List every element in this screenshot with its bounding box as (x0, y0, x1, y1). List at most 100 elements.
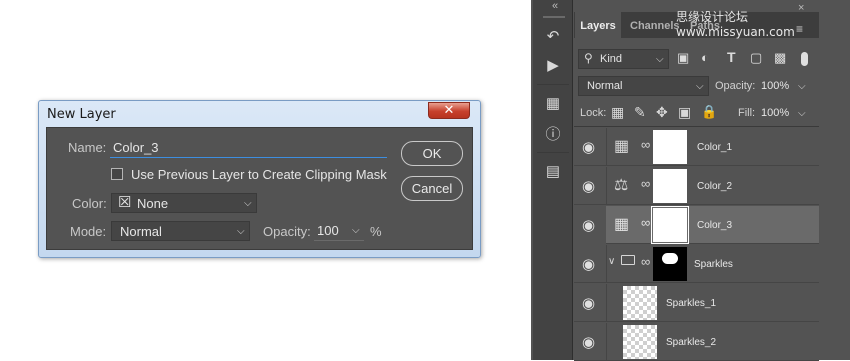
visibility-eye-icon[interactable]: ◉ (582, 255, 595, 273)
layer-mask-thumbnail[interactable] (651, 206, 689, 244)
cloud-mask-shape (662, 253, 678, 264)
watermark: 思缘设计论坛 www.missyuan.com (676, 10, 795, 39)
lock-position-icon[interactable]: ✥ (656, 104, 668, 121)
panel-icon-strip (533, 0, 573, 360)
chevron-down-icon: ⌵ (237, 226, 245, 237)
opacity-label: Opacity: (263, 224, 311, 239)
layer-mask-thumbnail[interactable] (653, 247, 687, 281)
divider (574, 126, 819, 127)
fill-value[interactable]: 100% (761, 107, 789, 119)
balance-adjustment-icon: ⚖ (614, 177, 629, 194)
layer-name: Sparkles_2 (666, 337, 717, 348)
fill-adjustment-icon: ▦ (614, 216, 630, 233)
adjustment-filter-icon[interactable]: ◐ (701, 50, 709, 65)
visibility-eye-icon[interactable]: ◉ (582, 333, 595, 351)
visibility-eye-icon[interactable]: ◉ (582, 294, 595, 312)
tab-channels[interactable]: Channels (630, 20, 680, 32)
shape-filter-icon[interactable]: ▢ (750, 50, 762, 66)
tab-layers[interactable]: Layers (575, 12, 621, 40)
opacity-value[interactable]: 100% (761, 80, 789, 92)
divider (606, 167, 607, 205)
layer-name: Color_2 (697, 181, 733, 192)
percent-label: % (370, 224, 382, 239)
dialog-close-button[interactable]: ✕ (428, 102, 470, 119)
lock-artboard-icon[interactable]: ▣ (678, 104, 691, 121)
filter-toggle-icon[interactable] (801, 52, 808, 66)
filter-kind-dropdown[interactable]: ⚲ Kind ⌵ (578, 49, 669, 69)
info-icon[interactable]: ⓘ (538, 123, 568, 144)
type-filter-icon[interactable]: T (727, 49, 736, 65)
mode-label: Mode: (70, 224, 107, 239)
lock-transparent-icon[interactable]: ▦ (611, 104, 624, 121)
link-icon[interactable]: ∞ (641, 137, 650, 152)
layer-row-selected[interactable]: ◉ ▦ ∞ Color_3 (574, 206, 819, 244)
color-dropdown[interactable]: ☒ None ⌵ (111, 193, 257, 213)
history-icon[interactable]: ↶ (538, 27, 568, 45)
name-label: Name: (68, 140, 107, 155)
color-label: Color: (72, 196, 107, 211)
layer-row[interactable]: ◉ ▦ ∞ Color_1 (574, 128, 819, 166)
layer-row[interactable]: ◉ Sparkles_1 (574, 284, 819, 322)
visibility-eye-icon[interactable]: ◉ (582, 177, 595, 195)
chevron-down-icon: ⌵ (352, 225, 360, 236)
divider (537, 152, 569, 153)
grip-icon[interactable] (543, 16, 565, 18)
mode-value: Normal (120, 224, 162, 239)
divider (606, 284, 607, 322)
link-icon[interactable]: ∞ (641, 254, 650, 269)
divider (606, 323, 607, 361)
filter-kind-value: Kind (600, 53, 623, 65)
smart-object-filter-icon[interactable]: ▩ (774, 50, 786, 66)
layer-name: Sparkles_1 (666, 298, 717, 309)
opacity-label: Opacity: (715, 80, 756, 92)
play-action-icon[interactable]: ▶ (538, 56, 568, 74)
layer-mask-thumbnail[interactable] (653, 130, 687, 164)
search-icon: ⚲ (584, 51, 593, 65)
clipping-mask-checkbox[interactable] (111, 168, 123, 180)
layer-name: Color_1 (697, 142, 733, 153)
name-input-value: Color_3 (113, 140, 159, 155)
chevron-down-icon: ⌵ (656, 54, 664, 65)
divider (606, 245, 607, 283)
blend-mode-dropdown[interactable]: Normal ⌵ (578, 76, 709, 96)
visibility-eye-icon[interactable]: ◉ (582, 138, 595, 156)
libraries-icon[interactable]: ▦ (538, 94, 568, 112)
pixel-filter-icon[interactable]: ▣ (677, 50, 689, 66)
chevron-down-icon[interactable]: ⌵ (798, 108, 806, 119)
folder-icon (621, 255, 635, 265)
clipping-mask-label: Use Previous Layer to Create Clipping Ma… (131, 167, 387, 182)
link-icon[interactable]: ∞ (641, 176, 650, 191)
mode-dropdown[interactable]: Normal ⌵ (111, 221, 250, 241)
lock-label: Lock: (580, 107, 607, 119)
cancel-button[interactable]: Cancel (401, 176, 463, 201)
layer-row[interactable]: ◉ ∨ ∞ Sparkles (574, 245, 819, 283)
lock-all-icon[interactable]: 🔒 (701, 104, 717, 120)
layer-thumbnail[interactable] (623, 325, 657, 359)
none-color-icon: ☒ (118, 194, 132, 211)
visibility-eye-icon[interactable]: ◉ (582, 216, 595, 234)
fill-adjustment-icon: ▦ (614, 138, 630, 155)
fill-label: Fill: (738, 107, 756, 119)
lock-brush-icon[interactable]: ✎ (634, 104, 646, 121)
opacity-input[interactable]: 100 ⌵ (314, 221, 364, 241)
layer-thumbnail[interactable] (623, 286, 657, 320)
clone-source-icon[interactable]: ▤ (538, 162, 568, 180)
layer-name: Color_3 (697, 220, 733, 231)
divider (606, 128, 607, 166)
layer-mask-thumbnail[interactable] (653, 169, 687, 203)
layer-row[interactable]: ◉ Sparkles_2 (574, 323, 819, 361)
link-icon[interactable]: ∞ (641, 215, 650, 230)
dialog-title: New Layer (47, 107, 116, 122)
chevron-down-icon: ⌵ (696, 81, 704, 92)
layer-row[interactable]: ◉ ⚖ ∞ Color_2 (574, 167, 819, 205)
blend-mode-value: Normal (587, 80, 623, 92)
color-value: None (137, 196, 169, 211)
chevron-down-icon[interactable]: ⌵ (798, 81, 806, 92)
chevron-down-icon[interactable]: ∨ (608, 256, 615, 267)
divider (537, 84, 569, 85)
panel-scroll-area[interactable] (819, 38, 850, 360)
opacity-value: 100 (317, 223, 339, 238)
collapse-icon[interactable]: « (552, 0, 558, 12)
ok-button[interactable]: OK (401, 141, 463, 166)
layer-name: Sparkles (694, 259, 733, 270)
